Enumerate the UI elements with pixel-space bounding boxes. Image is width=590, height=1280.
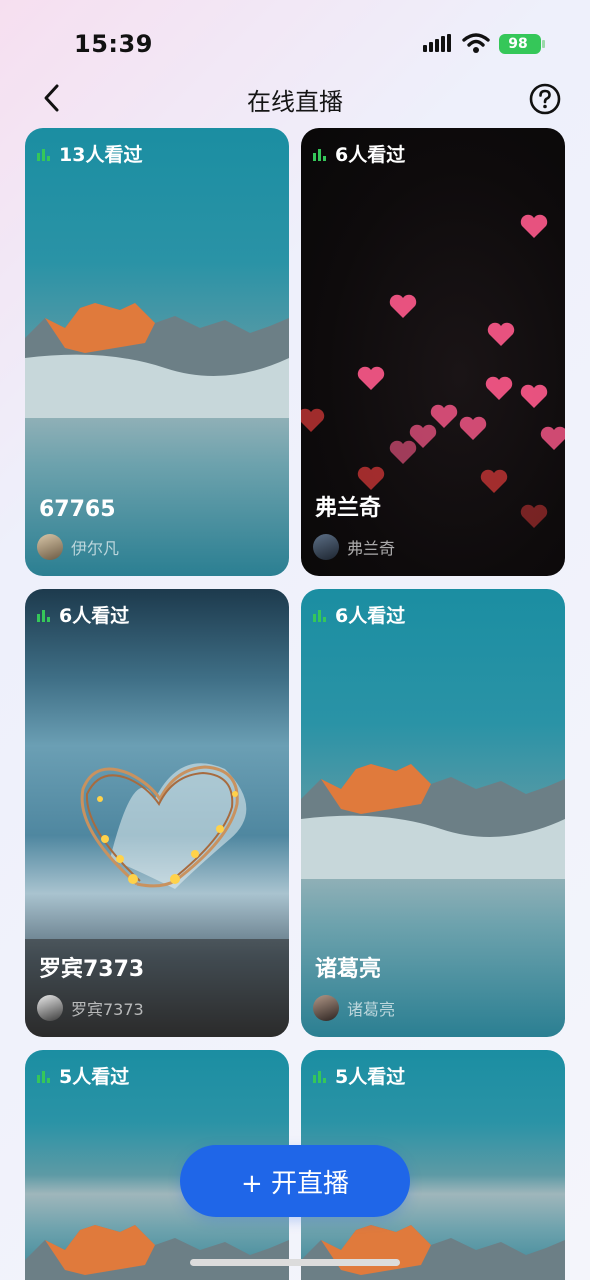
viewer-count-label: 5人看过 [335,1066,406,1088]
status-time: 15:39 [74,30,153,58]
host-avatar [313,534,339,560]
viewer-count: 6人看过 [313,140,405,167]
room-title: 67765 [39,497,116,522]
room-host: 伊尔凡 [37,534,119,560]
live-room-card[interactable]: 6人看过 罗宾7373 罗宾7373 [25,589,289,1037]
live-room-card[interactable]: 6人看过 诸葛亮 诸葛亮 [301,589,565,1037]
host-avatar [37,995,63,1021]
room-host: 罗宾7373 [37,995,144,1021]
mountain-graphic [301,1225,565,1280]
viewer-count: 6人看过 [37,601,129,628]
viewer-count: 5人看过 [313,1062,405,1089]
viewer-count: 6人看过 [313,601,405,628]
viewer-count-label: 5人看过 [59,1066,130,1088]
host-name: 诸葛亮 [347,1000,396,1019]
mountain-graphic [25,1225,289,1280]
viewer-bars-icon [37,148,50,161]
cellular-signal-icon [423,34,451,52]
live-room-card[interactable]: 13人看过 67765 伊尔凡 [25,128,289,576]
nav-bar: 在线直播 [0,70,590,126]
viewer-bars-icon [313,609,326,622]
viewer-count: 13人看过 [37,140,142,167]
live-room-card[interactable]: 6人看过 弗兰奇 弗兰奇 [301,128,565,576]
mountain-graphic [301,764,565,879]
room-title: 弗兰奇 [315,496,382,521]
room-host: 弗兰奇 [313,534,395,560]
mountain-graphic [25,303,289,418]
wifi-icon [462,33,490,53]
battery-level: 98 [508,36,528,52]
viewer-bars-icon [37,1070,50,1083]
viewer-count-label: 6人看过 [335,144,406,166]
room-host: 诸葛亮 [313,995,395,1021]
host-avatar [37,534,63,560]
host-name: 弗兰奇 [347,539,396,558]
host-name: 伊尔凡 [71,539,120,558]
viewer-count-label: 6人看过 [335,605,406,627]
viewer-bars-icon [313,148,326,161]
home-indicator[interactable] [190,1259,400,1266]
battery-indicator: 98 [499,34,545,54]
help-icon[interactable] [528,82,562,116]
host-avatar [313,995,339,1021]
viewer-count: 5人看过 [37,1062,129,1089]
start-live-label: + 开直播 [240,1168,350,1199]
viewer-bars-icon [37,609,50,622]
viewer-bars-icon [313,1070,326,1083]
page-title: 在线直播 [247,88,343,116]
viewer-count-label: 13人看过 [59,144,143,166]
room-title: 诸葛亮 [315,957,382,982]
start-live-button[interactable]: + 开直播 [180,1145,410,1217]
room-title: 罗宾7373 [39,957,145,982]
host-name: 罗宾7373 [71,1000,144,1019]
viewer-count-label: 6人看过 [59,605,130,627]
